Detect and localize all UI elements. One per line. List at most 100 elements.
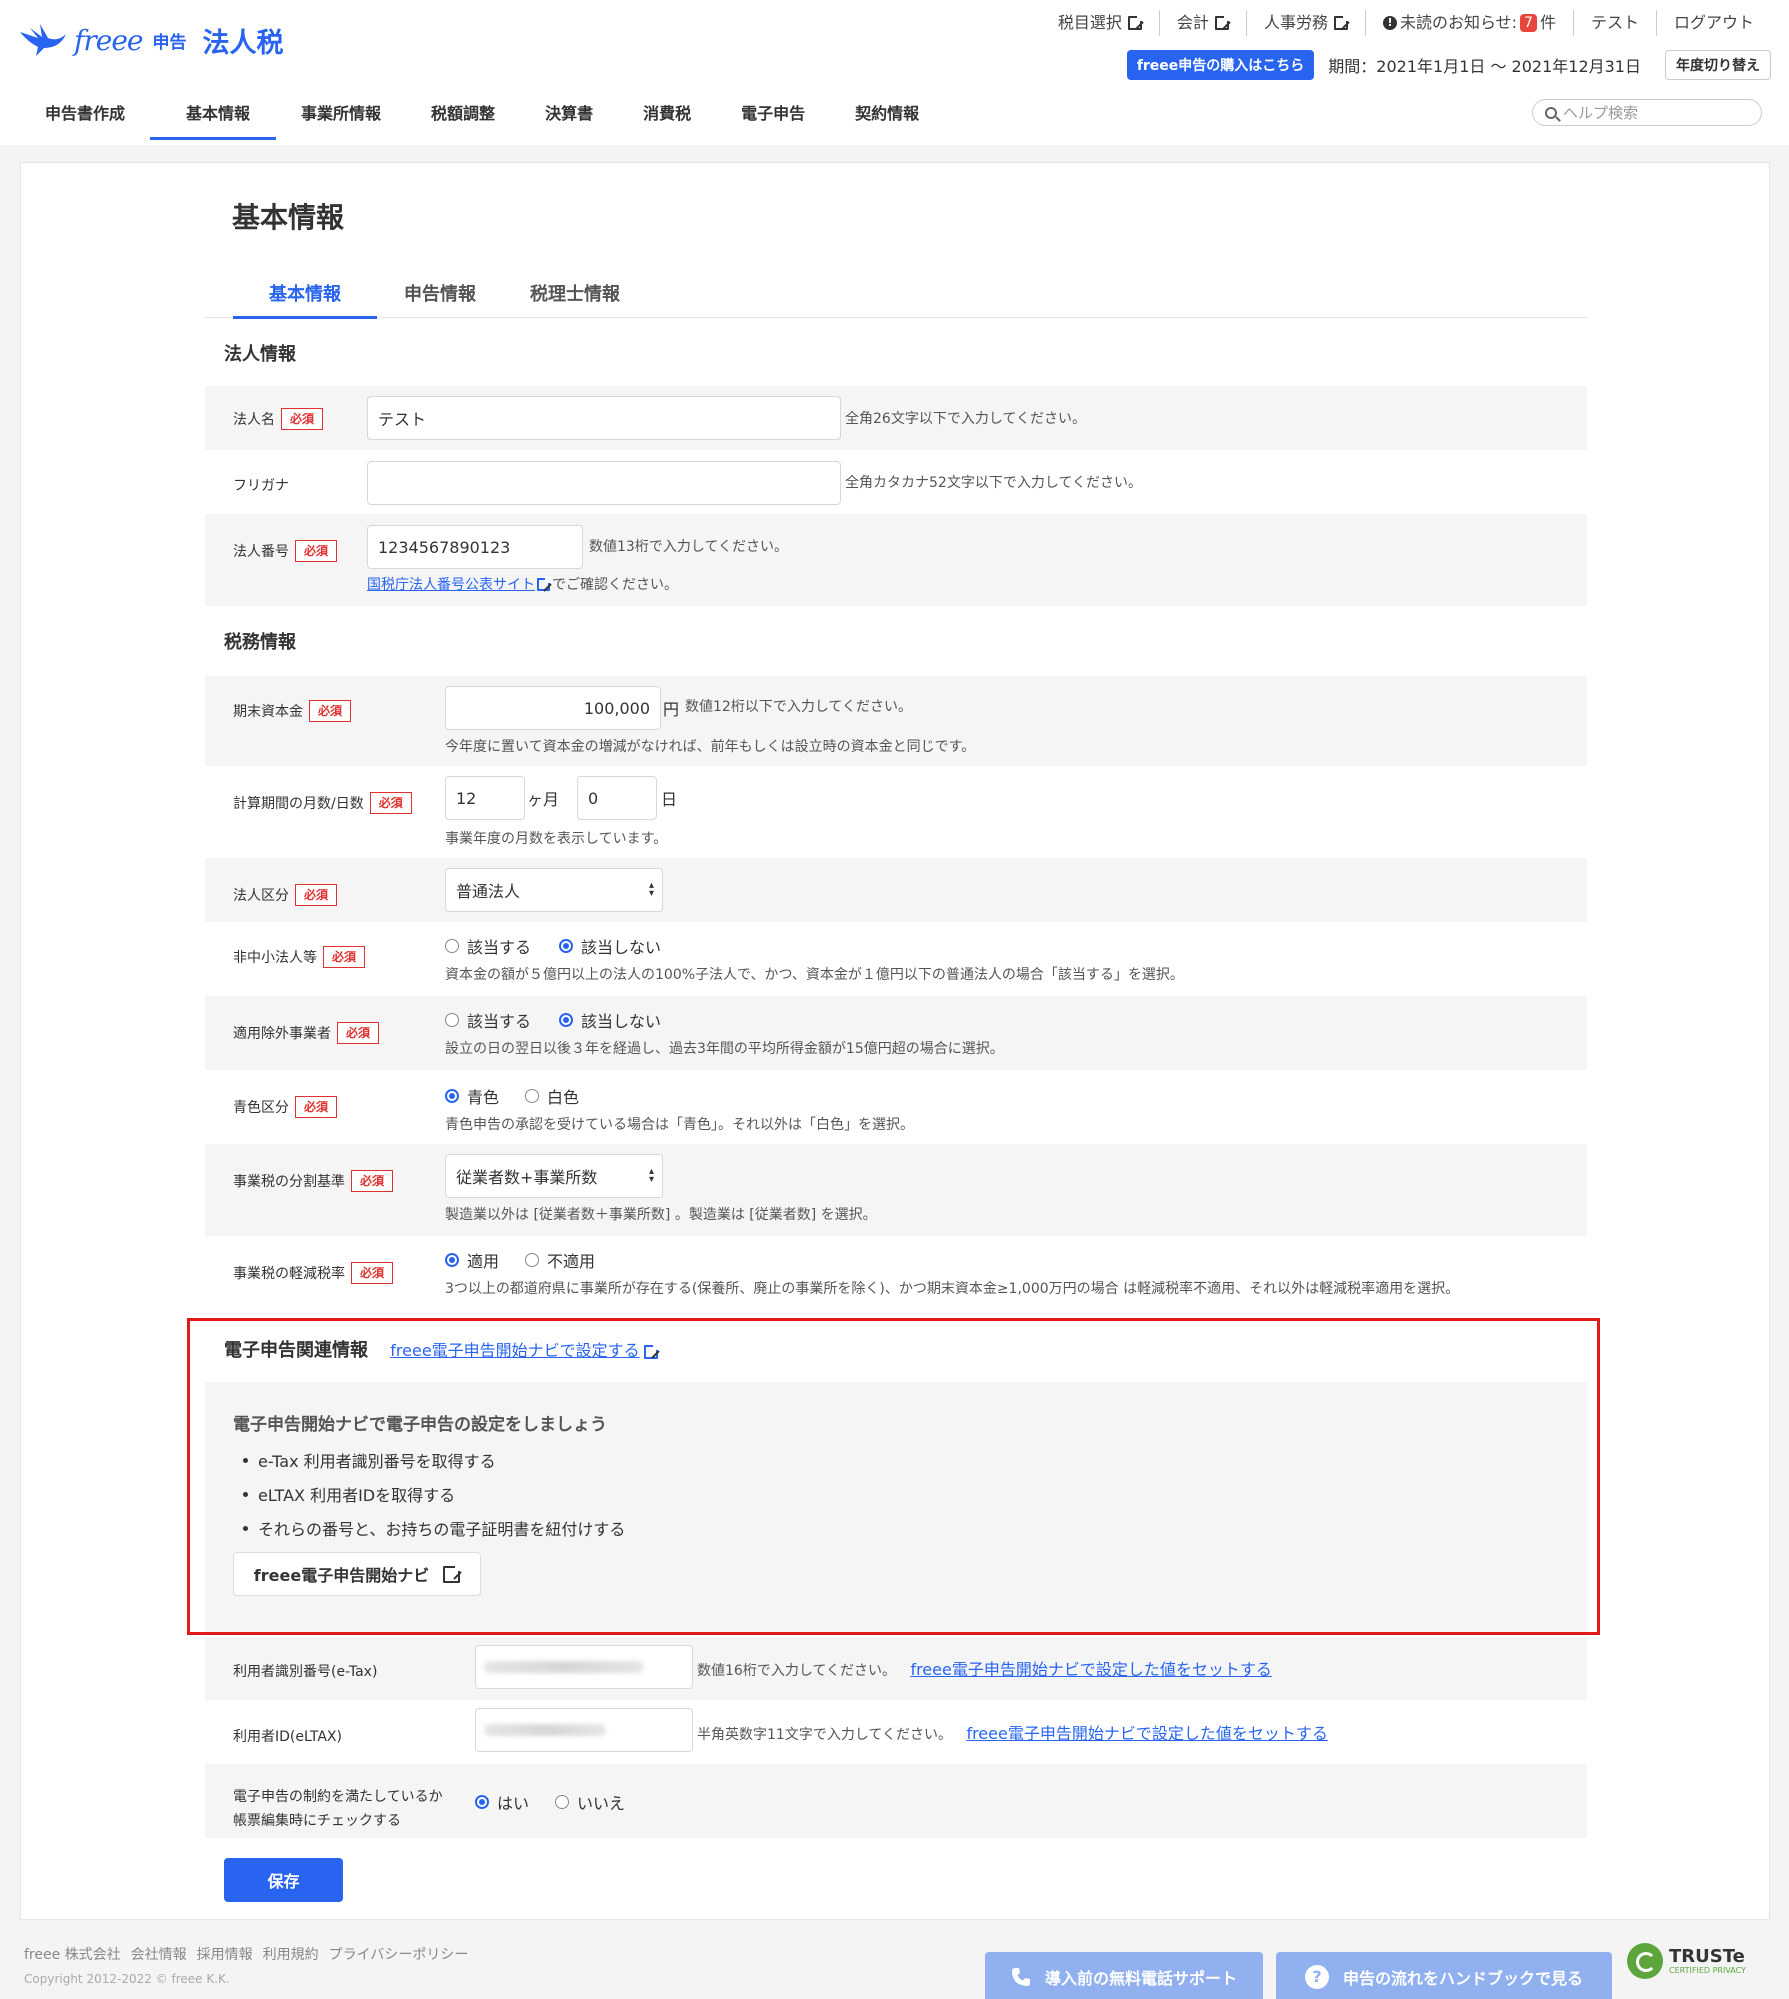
external-link-icon <box>1333 14 1350 30</box>
phone-support-button[interactable]: 導入前の無料電話サポート <box>985 1952 1263 1999</box>
etax-set-value-link[interactable]: freee電子申告開始ナビで設定した値をセットする <box>910 1660 1271 1679</box>
footer-link-terms[interactable]: 利用規約 <box>263 1944 319 1964</box>
period-row: freee申告の購入はこちら 期間：2021年1月1日 ～ 2021年12月31… <box>1126 50 1771 80</box>
nav-item-create[interactable]: 申告書作成 <box>20 92 150 140</box>
buy-button[interactable]: freee申告の購入はこちら <box>1126 50 1315 80</box>
eltax-set-value-link[interactable]: freee電子申告開始ナビで設定した値をセットする <box>966 1724 1327 1743</box>
nav-item-contract[interactable]: 契約情報 <box>830 92 944 140</box>
year-switch-button[interactable]: 年度切り替え <box>1665 50 1771 80</box>
furigana-input[interactable] <box>367 461 841 505</box>
tab-accountant-info[interactable]: 税理士情報 <box>503 280 647 318</box>
nta-corp-number-link[interactable]: 国税庁法人番号公表サイト <box>367 577 535 593</box>
nav-item-tax-adjust[interactable]: 税額調整 <box>406 92 520 140</box>
required-badge: 必須 <box>337 1022 380 1044</box>
nav-item-basic-info[interactable]: 基本情報 <box>150 92 277 140</box>
row-corp-name: 法人名 必須 テスト 全角26文字以下で入力してください。 <box>205 386 1587 450</box>
days-input[interactable]: 0 <box>577 776 657 820</box>
logo[interactable]: freee 申告 法人税 <box>18 20 283 60</box>
external-link-icon <box>1214 14 1231 30</box>
notice-link[interactable]: ! 未読のお知らせ: 7 件 <box>1364 10 1573 36</box>
top-links: 税目選択 会計 人事労務 ! 未読のお知らせ: 7 件 テスト ログアウト <box>1041 10 1771 36</box>
required-badge: 必須 <box>351 1262 394 1284</box>
notice-count-badge: 7 <box>1520 14 1537 32</box>
external-link-icon <box>537 576 552 591</box>
logo-freee: freee <box>74 23 143 57</box>
eltax-id-input[interactable] <box>475 1708 693 1752</box>
row-non-sme: 非中小法人等 必須 該当する 該当しない 資本金の額が５億円以上の法人の100%子… <box>205 922 1587 996</box>
corp-type-select[interactable]: 普通法人 ▴ ▾ <box>445 868 663 912</box>
logo-sub: 申告 <box>152 32 187 53</box>
tab-filing-info[interactable]: 申告情報 <box>377 280 503 318</box>
copyright: Copyright 2012-2022 © freee K.K. <box>24 1972 230 1986</box>
info-icon: ! <box>1382 16 1397 30</box>
top-link-tax-select[interactable]: 税目選択 <box>1041 10 1159 36</box>
section-tax-info: 税務情報 <box>224 632 296 653</box>
truste-badge[interactable]: TRUSTe CERTIFIED PRIVACY <box>1627 1940 1769 1982</box>
page-title: 基本情報 <box>232 201 345 234</box>
nav-item-offices[interactable]: 事業所情報 <box>276 92 406 140</box>
tabs: 基本情報 申告情報 税理士情報 <box>205 280 1587 319</box>
footer-links: freee 株式会社 会社情報 採用情報 利用規約 プライバシーポリシー <box>24 1944 468 1964</box>
logo-main: 法人税 <box>202 27 284 59</box>
reduced-not-apply-radio[interactable]: 不適用 <box>525 1248 595 1272</box>
row-split-basis: 事業税の分割基準 必須 従業者数+事業所数 ▴ ▾ 製造業以外は [従業者数＋事業所数… <box>205 1144 1587 1236</box>
period-text: 期間：2021年1月1日 ～ 2021年12月31日 <box>1328 57 1641 76</box>
nav-item-consumption-tax[interactable]: 消費税 <box>618 92 716 140</box>
footer-link-about[interactable]: 会社情報 <box>131 1944 187 1964</box>
required-badge: 必須 <box>369 792 412 814</box>
non-sme-yes-radio[interactable]: 該当する <box>445 934 531 958</box>
main-nav: 申告書作成 基本情報 事業所情報 税額調整 決算書 消費税 電子申告 契約情報 <box>20 92 944 140</box>
corp-number-input[interactable]: 1234567890123 <box>367 525 583 569</box>
highlight-box <box>187 1318 1600 1635</box>
bird-icon <box>20 24 66 56</box>
footer-link-privacy[interactable]: プライバシーポリシー <box>329 1944 469 1964</box>
footer-link-company[interactable]: freee 株式会社 <box>24 1944 121 1964</box>
truste-logo-icon <box>1627 1943 1663 1979</box>
logout-link[interactable]: ログアウト <box>1655 10 1771 36</box>
footer-link-careers[interactable]: 採用情報 <box>197 1944 253 1964</box>
tab-basic-info[interactable]: 基本情報 <box>205 280 377 319</box>
corp-name-input[interactable]: テスト <box>367 396 841 440</box>
split-basis-select[interactable]: 従業者数+事業所数 ▴ ▾ <box>445 1154 663 1198</box>
reduced-apply-radio[interactable]: 適用 <box>445 1248 499 1272</box>
phone-icon <box>1011 1968 1030 1986</box>
row-etax-id: 利用者識別番号(e-Tax) 数値16桁で入力してください。 freee電子申告… <box>205 1638 1587 1700</box>
blue-form-radio[interactable]: 青色 <box>445 1084 499 1108</box>
top-link-accounting[interactable]: 会計 <box>1158 10 1246 36</box>
help-search-input[interactable]: ヘルプ検索 <box>1532 99 1762 126</box>
user-name[interactable]: テスト <box>1572 10 1656 36</box>
blurred-value <box>484 1724 606 1736</box>
top-link-hr[interactable]: 人事労務 <box>1245 10 1365 36</box>
etax-id-input[interactable] <box>475 1645 693 1689</box>
section-corp-info: 法人情報 <box>224 344 296 365</box>
row-blue-form: 青色区分 必須 青色 白色 青色申告の承認を受けている場合は「青色」。それ以外は「… <box>205 1070 1587 1144</box>
nav-item-e-filing[interactable]: 電子申告 <box>716 92 830 140</box>
required-badge: 必須 <box>295 884 338 906</box>
months-input[interactable]: 12 <box>445 776 525 820</box>
row-furigana: フリガナ 全角カタカナ52文字以下で入力してください。 <box>205 450 1587 514</box>
white-form-radio[interactable]: 白色 <box>525 1084 579 1108</box>
required-badge: 必須 <box>281 408 324 430</box>
question-icon: ? <box>1304 1965 1329 1989</box>
handbook-button[interactable]: ? 申告の流れをハンドブックで見る <box>1276 1952 1612 1999</box>
external-link-icon <box>1127 14 1144 30</box>
required-badge: 必須 <box>323 946 366 968</box>
row-corp-type: 法人区分 必須 普通法人 ▴ ▾ <box>205 858 1587 922</box>
exempt-no-radio[interactable]: 該当しない <box>559 1008 661 1032</box>
header: freee 申告 法人税 税目選択 会計 人事労務 ! 未読のお知らせ: 7 件 テス… <box>0 0 1789 145</box>
search-icon <box>1545 106 1557 119</box>
exempt-yes-radio[interactable]: 該当する <box>445 1008 531 1032</box>
required-badge: 必須 <box>295 540 338 562</box>
row-capital: 期末資本金 必須 100,000 円 数値12桁以下で入力してください。 今年度に… <box>205 676 1587 766</box>
non-sme-no-radio[interactable]: 該当しない <box>559 934 661 958</box>
constraint-no-radio[interactable]: いいえ <box>555 1790 625 1814</box>
row-efile-constraint: 電子申告の制約を満たしているか 帳票編集時にチェックする はい いいえ <box>205 1764 1587 1838</box>
select-arrows-icon: ▴ ▾ <box>648 1166 654 1185</box>
capital-input[interactable]: 100,000 <box>445 686 661 730</box>
constraint-yes-radio[interactable]: はい <box>475 1790 529 1814</box>
save-button[interactable]: 保存 <box>224 1858 343 1902</box>
select-arrows-icon: ▴ ▾ <box>648 880 654 899</box>
nav-item-financial-statements[interactable]: 決算書 <box>520 92 618 140</box>
row-corp-number: 法人番号 必須 1234567890123 数値13桁で入力してください。 国税庁… <box>205 514 1587 606</box>
required-badge: 必須 <box>309 700 352 722</box>
